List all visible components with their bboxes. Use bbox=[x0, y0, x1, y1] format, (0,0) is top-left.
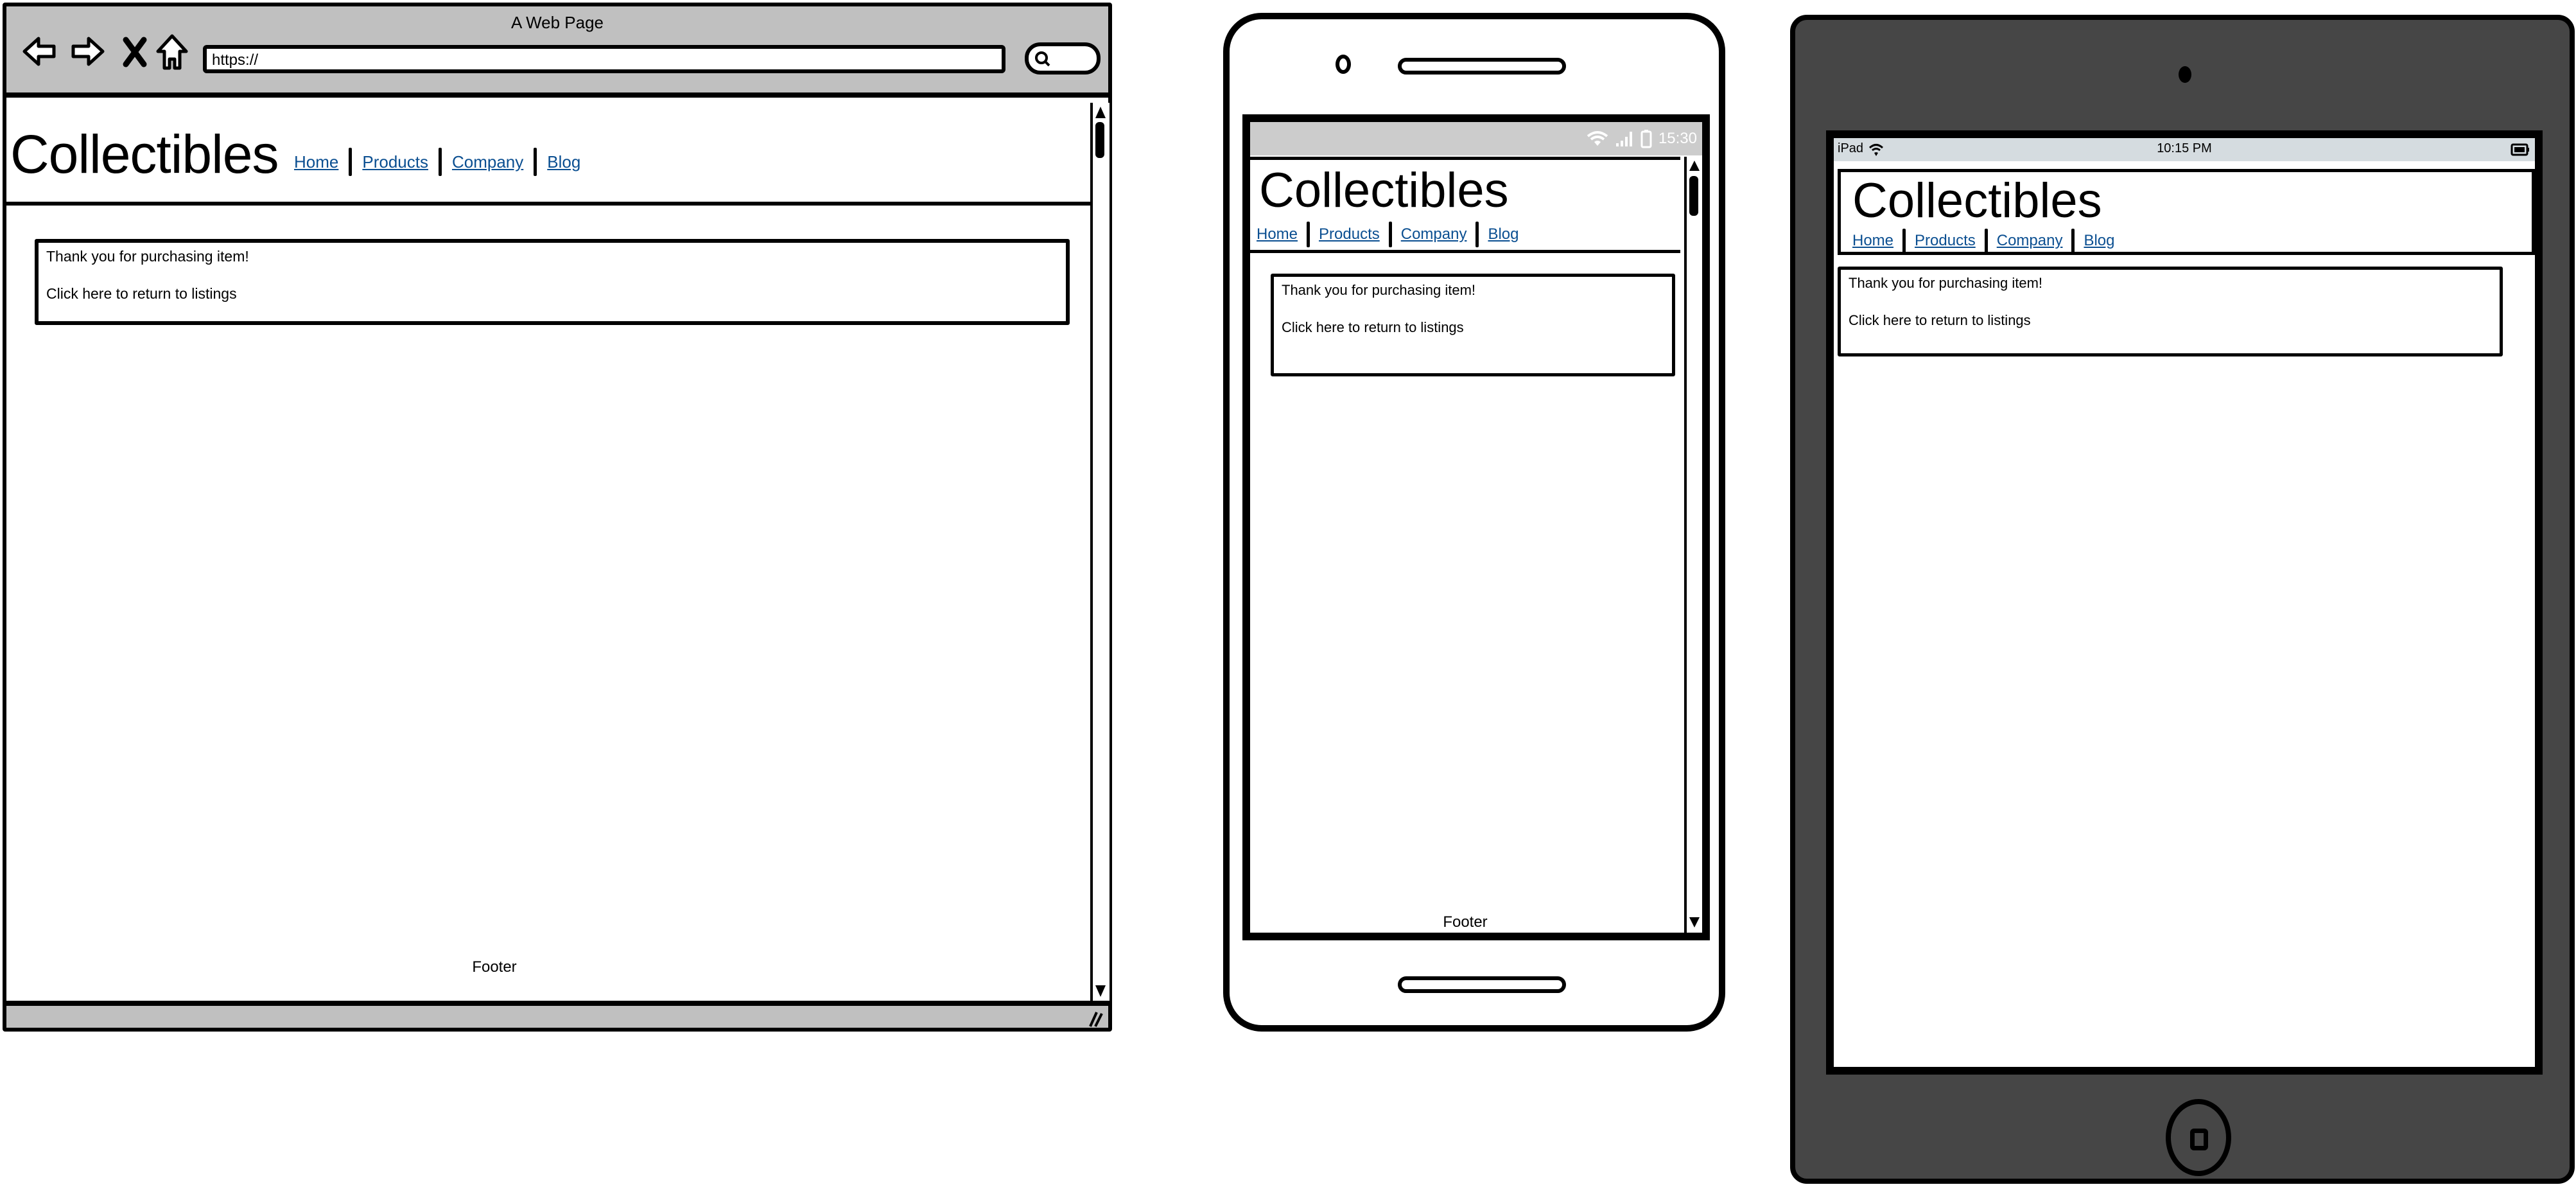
nav-separator bbox=[1388, 222, 1392, 247]
site-nav: Home Products Company Blog bbox=[1257, 222, 1519, 247]
scrollbar-thumb[interactable] bbox=[1095, 122, 1104, 158]
phone-status-bar: 15:30 bbox=[1250, 122, 1702, 155]
url-input[interactable]: https:// bbox=[203, 45, 1005, 73]
site-header: Collectibles Home Products Company Blog bbox=[1838, 169, 2535, 255]
nav-link-products[interactable]: Products bbox=[362, 152, 428, 172]
thank-you-message: Thank you for purchasing item! bbox=[1849, 275, 2043, 291]
front-camera-icon bbox=[1336, 55, 1351, 74]
battery-icon bbox=[1640, 130, 1652, 148]
nav-link-home[interactable]: Home bbox=[294, 152, 338, 172]
site-header: Collectibles Home Products Company Blog bbox=[1250, 157, 1680, 253]
nav-separator bbox=[438, 148, 442, 176]
nav-separator bbox=[1475, 222, 1479, 247]
return-to-listings-link[interactable]: Click here to return to listings bbox=[1849, 311, 2492, 330]
site-logo: Collectibles bbox=[1259, 163, 1509, 218]
nav-link-home[interactable]: Home bbox=[1852, 232, 1893, 250]
nav-link-blog[interactable]: Blog bbox=[1488, 225, 1519, 243]
window-title: A Web Page bbox=[510, 13, 604, 32]
search-button[interactable] bbox=[1025, 42, 1101, 75]
nav-link-home[interactable]: Home bbox=[1257, 225, 1298, 243]
browser-statusbar bbox=[6, 1001, 1108, 1028]
nav-separator bbox=[534, 148, 537, 176]
site-header: Collectibles Home Products Company Blog bbox=[6, 103, 1090, 206]
site-nav: Home Products Company Blog bbox=[1852, 229, 2115, 253]
nav-separator bbox=[2071, 229, 2075, 253]
home-square-icon bbox=[2190, 1129, 2208, 1150]
purchase-confirmation-box: Thank you for purchasing item! Click her… bbox=[35, 239, 1070, 325]
site-footer: Footer bbox=[472, 958, 517, 976]
phone-clock: 15:30 bbox=[1658, 130, 1697, 147]
nav-link-blog[interactable]: Blog bbox=[547, 152, 580, 172]
browser-window-mockup: A Web Page https:// Collectibles Home Pr… bbox=[3, 3, 1112, 1032]
site-logo: Collectibles bbox=[10, 124, 279, 184]
site-logo: Collectibles bbox=[1852, 173, 2102, 228]
scroll-up-arrow-icon[interactable] bbox=[1688, 159, 1701, 173]
browser-titlebar: A Web Page https:// bbox=[6, 6, 1108, 98]
tablet-mockup: iPad 10:15 PM Collectibles Home Products… bbox=[1790, 15, 2575, 1184]
forward-arrow-icon[interactable] bbox=[68, 32, 107, 71]
home-button[interactable] bbox=[2166, 1099, 2231, 1176]
vertical-scrollbar[interactable] bbox=[1684, 157, 1702, 933]
front-camera-icon bbox=[2179, 66, 2191, 83]
scroll-up-arrow-icon[interactable] bbox=[1094, 105, 1107, 121]
site-nav: Home Products Company Blog bbox=[294, 148, 580, 176]
scroll-down-arrow-icon[interactable] bbox=[1688, 915, 1701, 929]
nav-link-blog[interactable]: Blog bbox=[2084, 232, 2114, 250]
back-arrow-icon[interactable] bbox=[21, 32, 59, 71]
signal-icon bbox=[1615, 132, 1632, 146]
scrollbar-thumb[interactable] bbox=[1689, 176, 1698, 216]
search-icon bbox=[1035, 51, 1050, 67]
nav-link-company[interactable]: Company bbox=[1401, 225, 1467, 243]
battery-icon bbox=[2511, 143, 2529, 156]
return-to-listings-link[interactable]: Click here to return to listings bbox=[1282, 318, 1664, 337]
nav-separator bbox=[1902, 229, 1906, 253]
nav-link-company[interactable]: Company bbox=[1997, 232, 2063, 250]
purchase-confirmation-box: Thank you for purchasing item! Click her… bbox=[1271, 274, 1675, 376]
nav-link-company[interactable]: Company bbox=[452, 152, 523, 172]
thank-you-message: Thank you for purchasing item! bbox=[46, 248, 249, 265]
site-footer: Footer bbox=[1443, 913, 1488, 931]
scroll-down-arrow-icon[interactable] bbox=[1094, 983, 1107, 998]
thank-you-message: Thank you for purchasing item! bbox=[1282, 282, 1476, 298]
home-button[interactable] bbox=[1398, 976, 1566, 993]
nav-separator bbox=[1307, 222, 1310, 247]
tablet-clock: 10:15 PM bbox=[2157, 141, 2212, 155]
nav-separator bbox=[349, 148, 352, 176]
purchase-confirmation-box: Thank you for purchasing item! Click her… bbox=[1838, 267, 2503, 356]
stop-icon[interactable] bbox=[116, 32, 154, 71]
home-icon[interactable] bbox=[153, 32, 191, 71]
return-to-listings-link[interactable]: Click here to return to listings bbox=[46, 284, 1058, 303]
browser-viewport: Collectibles Home Products Company Blog … bbox=[6, 103, 1090, 1001]
phone-mockup: 15:30 Collectibles Home Products Company… bbox=[1223, 13, 1725, 1032]
nav-link-products[interactable]: Products bbox=[1915, 232, 1976, 250]
tablet-status-bar: iPad 10:15 PM bbox=[1834, 138, 2535, 161]
wifi-icon bbox=[1587, 131, 1608, 146]
nav-separator bbox=[1984, 229, 1988, 253]
earpiece-speaker bbox=[1398, 58, 1566, 75]
nav-link-products[interactable]: Products bbox=[1319, 225, 1380, 243]
tablet-screen: iPad 10:15 PM Collectibles Home Products… bbox=[1826, 130, 2543, 1075]
vertical-scrollbar[interactable] bbox=[1090, 103, 1110, 1001]
phone-screen: 15:30 Collectibles Home Products Company… bbox=[1242, 114, 1710, 940]
resize-grip-icon[interactable] bbox=[1084, 1008, 1103, 1028]
